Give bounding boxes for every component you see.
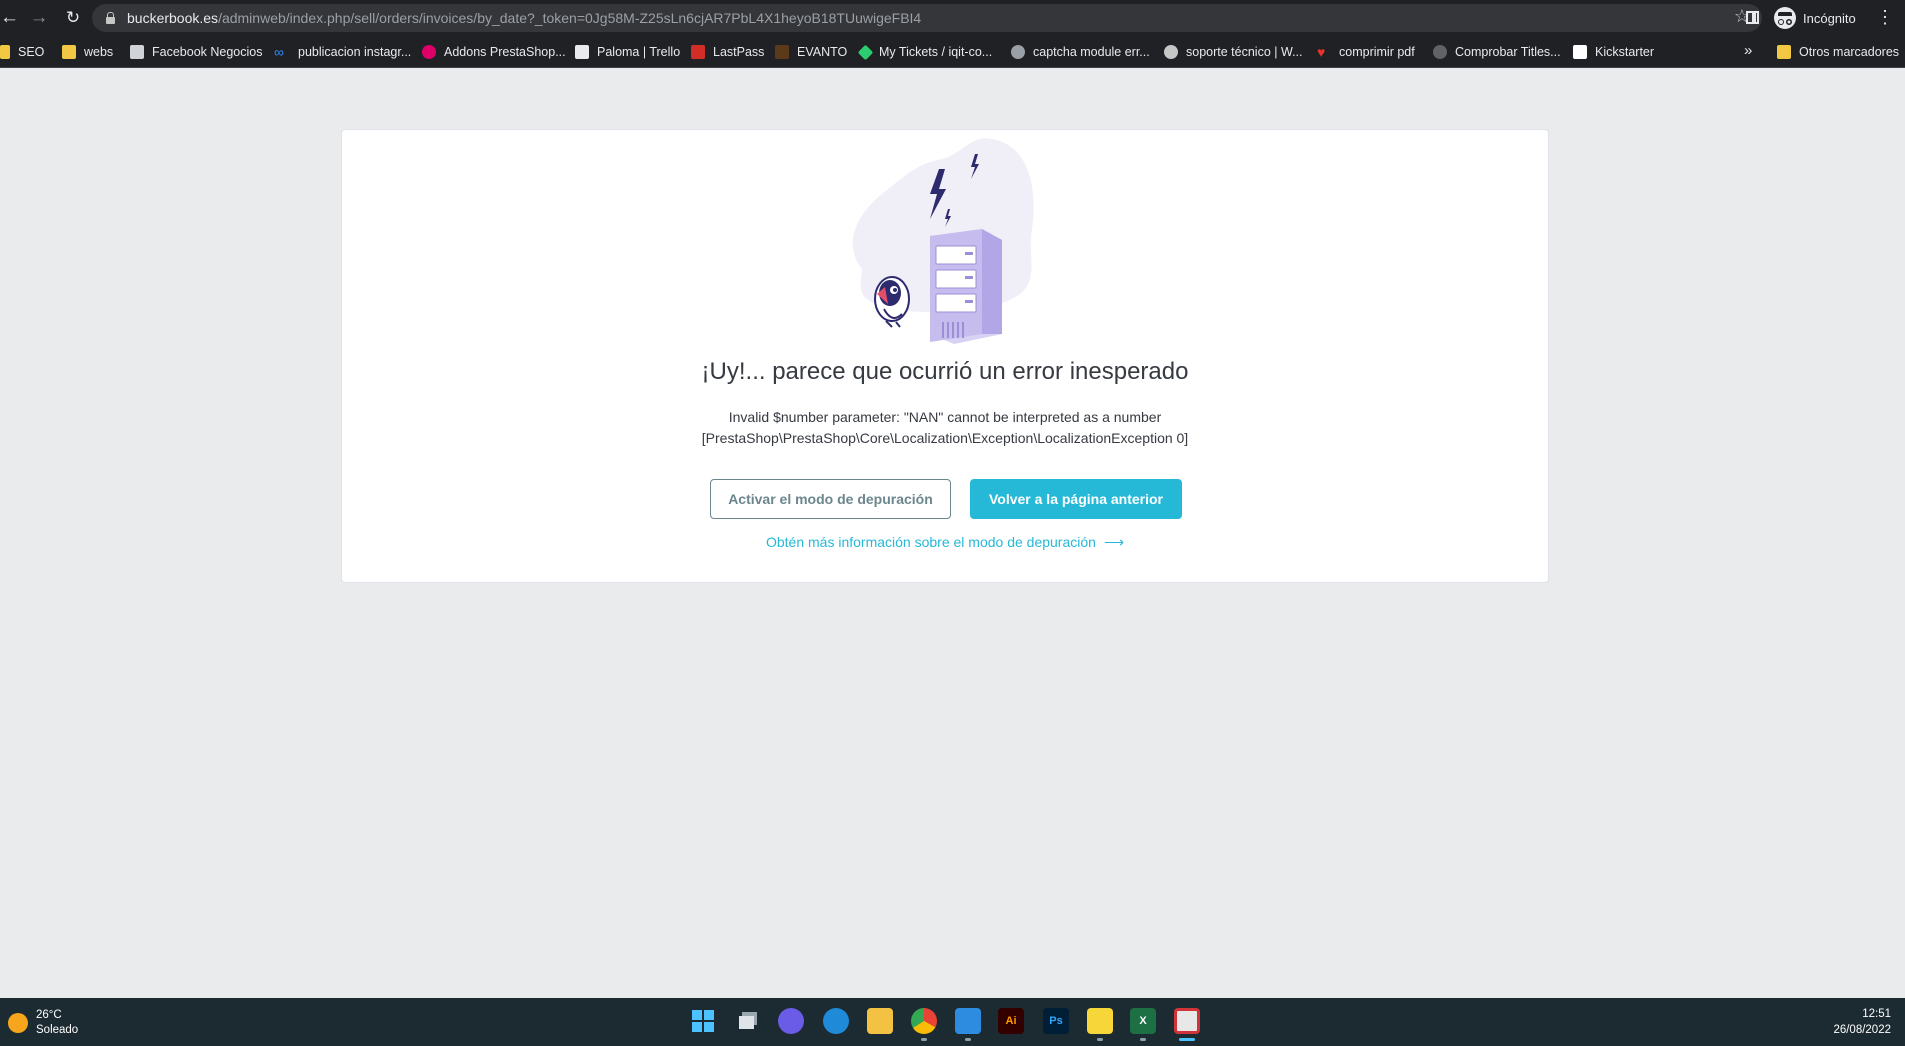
trello-icon <box>575 45 589 59</box>
weather-temperature: 26°C <box>36 1009 62 1021</box>
weather-widget[interactable]: 26°C Soleado <box>8 1008 78 1038</box>
facebook-business-icon <box>130 45 144 59</box>
error-message: Invalid $number parameter: "NAN" cannot … <box>342 407 1548 449</box>
bookmark-comprimir-pdf[interactable]: ♥ comprimir pdf <box>1317 36 1415 68</box>
windows-taskbar: 26°C Soleado Ai Ps X 12:51 26/08/2022 <box>0 998 1905 1046</box>
incognito-label: Incógnito <box>1803 10 1856 26</box>
captcha-icon <box>1011 45 1025 59</box>
bookmark-label: Otros marcadores <box>1799 45 1900 59</box>
debug-info-link-label[interactable]: Obtén más información sobre el modo de d… <box>766 534 1096 550</box>
folder-icon <box>62 45 76 59</box>
bookmark-other-bookmarks[interactable]: Otros marcadores <box>1777 36 1899 68</box>
more-menu-icon[interactable]: ⋮ <box>1876 8 1894 26</box>
meta-icon: ∞ <box>274 44 284 60</box>
bookmark-label: soporte técnico | W... <box>1186 45 1303 59</box>
weather-condition: Soleado <box>36 1024 79 1036</box>
outlook-icon[interactable] <box>955 1008 981 1034</box>
folder-icon <box>0 45 10 59</box>
go-back-button[interactable]: Volver a la página anterior <box>970 479 1182 519</box>
sun-icon <box>8 1013 28 1033</box>
bookmark-label: LastPass <box>713 45 765 59</box>
reload-button[interactable]: ↻ <box>60 0 86 36</box>
bookmark-label: Comprobar Titles... <box>1455 45 1561 59</box>
chrome-icon[interactable] <box>911 1008 937 1034</box>
bookmark-evanto[interactable]: EVANTO <box>775 36 847 68</box>
side-panel-icon[interactable] <box>1746 11 1759 24</box>
globe-icon <box>1433 45 1447 59</box>
forward-button[interactable]: → <box>26 0 52 36</box>
prestashop-icon <box>422 45 436 59</box>
enable-debug-mode-button[interactable]: Activar el modo de depuración <box>710 479 951 519</box>
bookmark-soporte-tecnico[interactable]: soporte técnico | W... <box>1164 36 1303 68</box>
lastpass-icon <box>691 45 705 59</box>
bookmark-facebook-negocios[interactable]: Facebook Negocios <box>130 36 262 68</box>
file-explorer-icon[interactable] <box>867 1008 893 1034</box>
active-app-indicator <box>1179 1038 1195 1041</box>
bookmark-label: SEO <box>18 45 45 59</box>
clock-time: 12:51 <box>1862 1008 1891 1020</box>
bookmark-label: Paloma | Trello <box>597 45 681 59</box>
heart-icon: ♥ <box>1317 44 1326 60</box>
incognito-icon <box>1774 7 1796 29</box>
edge-icon[interactable] <box>823 1008 849 1034</box>
bookmarks-bar: SEO webs Facebook Negocios ∞ publicacion… <box>0 36 1905 68</box>
bookmark-label: captcha module err... <box>1033 45 1150 59</box>
server-error-illustration <box>852 138 1034 344</box>
evanto-icon <box>775 45 789 59</box>
bookmark-seo[interactable]: SEO <box>0 36 44 68</box>
debug-info-link[interactable]: Obtén más información sobre el modo de d… <box>342 534 1548 551</box>
bookmark-paloma-trello[interactable]: Paloma | Trello <box>575 36 680 68</box>
lock-icon[interactable] <box>106 12 115 24</box>
bookmark-addons-prestashop[interactable]: Addons PrestaShop... <box>422 36 566 68</box>
illustrator-icon[interactable]: Ai <box>998 1008 1024 1034</box>
clock-date: 26/08/2022 <box>1833 1024 1891 1036</box>
bookmark-kickstarter[interactable]: Kickstarter <box>1573 36 1654 68</box>
excel-icon[interactable]: X <box>1130 1008 1156 1034</box>
system-clock[interactable]: 12:51 26/08/2022 <box>1833 1006 1891 1038</box>
ticket-icon <box>857 44 874 60</box>
bookmark-comprobar-titles[interactable]: Comprobar Titles... <box>1433 36 1561 68</box>
running-indicator <box>1140 1038 1146 1041</box>
windows-start-icon[interactable] <box>690 1008 716 1034</box>
error-message-line: Invalid $number parameter: "NAN" cannot … <box>728 409 1162 425</box>
back-button[interactable]: ← <box>0 0 19 36</box>
bookmark-label: Facebook Negocios <box>152 45 263 59</box>
bookmark-label: My Tickets / iqit-co... <box>879 45 993 59</box>
bookmark-label: Kickstarter <box>1595 45 1655 59</box>
wordpress-icon <box>1164 45 1178 59</box>
running-indicator <box>1097 1038 1103 1041</box>
address-bar[interactable]: buckerbook.es/adminweb/index.php/sell/or… <box>92 4 1762 32</box>
sticky-notes-icon[interactable] <box>1087 1008 1113 1034</box>
bookmark-label: publicacion instagr... <box>298 45 412 59</box>
error-card: ¡Uy!... parece que ocurrió un error ines… <box>341 129 1549 583</box>
bookmark-publicacion-instagram[interactable]: ∞ publicacion instagr... <box>274 36 411 68</box>
bookmark-label: EVANTO <box>797 45 848 59</box>
incognito-indicator[interactable]: Incógnito <box>1774 7 1856 29</box>
task-view-icon[interactable] <box>735 1008 761 1034</box>
browser-toolbar: ← → ↻ buckerbook.es/adminweb/index.php/s… <box>0 0 1905 36</box>
running-indicator <box>921 1038 927 1041</box>
bookmark-webs[interactable]: webs <box>62 36 113 68</box>
bookmark-captcha-module[interactable]: captcha module err... <box>1011 36 1150 68</box>
bookmark-label: Addons PrestaShop... <box>444 45 566 59</box>
running-indicator <box>965 1038 971 1041</box>
error-exception-line: [PrestaShop\PrestaShop\Core\Localization… <box>701 430 1189 446</box>
snipping-tool-icon[interactable] <box>1174 1008 1200 1034</box>
url-text[interactable]: buckerbook.es/adminweb/index.php/sell/or… <box>127 10 921 26</box>
more-bookmarks-chevron[interactable]: » <box>1744 42 1752 59</box>
error-title: ¡Uy!... parece que ocurrió un error ines… <box>701 358 1189 385</box>
bookmark-my-tickets[interactable]: My Tickets / iqit-co... <box>857 36 993 68</box>
bookmark-lastpass[interactable]: LastPass <box>691 36 764 68</box>
folder-icon <box>1777 45 1791 59</box>
arrow-right-icon: ⟶ <box>1103 534 1125 550</box>
photoshop-icon[interactable]: Ps <box>1043 1008 1069 1034</box>
bookmark-label: comprimir pdf <box>1339 45 1415 59</box>
bookmark-label: webs <box>84 45 114 59</box>
kickstarter-icon <box>1573 45 1587 59</box>
teams-chat-icon[interactable] <box>778 1008 804 1034</box>
